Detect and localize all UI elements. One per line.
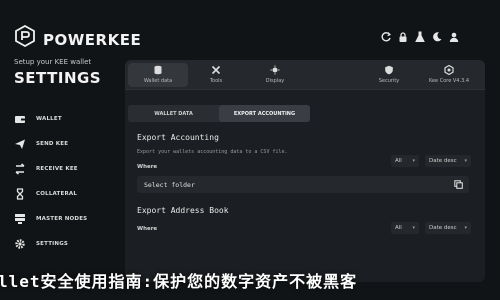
flask-icon[interactable]	[414, 31, 426, 43]
wallet-data-subtabs: WALLET DATA EXPORT ACCOUNTING	[128, 105, 310, 122]
subtab-export-accounting[interactable]: EXPORT ACCOUNTING	[219, 105, 310, 122]
chevron-down-icon: ▾	[412, 225, 415, 231]
settings-icon	[15, 238, 25, 249]
tab-label: Security	[378, 78, 400, 84]
filter-select[interactable]: All ▾	[391, 222, 419, 234]
tab-security[interactable]: Security	[359, 63, 419, 87]
sort-select[interactable]: Date desc ▾	[425, 222, 471, 234]
sidebar-item-wallet[interactable]: WALLET	[14, 106, 109, 131]
sidebar-item-label: SETTINGS	[36, 240, 69, 247]
refresh-icon[interactable]	[380, 31, 392, 43]
send-icon	[15, 139, 25, 149]
chevron-down-icon: ▾	[464, 225, 467, 231]
sidebar-item-label: WALLET	[36, 115, 62, 122]
tab-kee-core[interactable]: Kee Core V4.3.4	[419, 63, 479, 87]
sidebar-item-receive-kee[interactable]: RECEIVE KEE	[14, 156, 109, 181]
sidebar-item-send-kee[interactable]: SEND KEE	[14, 131, 109, 156]
master-nodes-icon	[15, 213, 25, 224]
settings-tabbar: Wallet data Tools Display Security Kee C…	[125, 60, 485, 90]
tab-label: Display	[265, 78, 285, 84]
sidebar-item-master-nodes[interactable]: MASTER NODES	[14, 206, 109, 231]
header-toolbar	[380, 31, 460, 43]
brand-name: POWERKEE	[43, 31, 142, 49]
display-icon	[270, 65, 280, 75]
powerkee-logo	[15, 25, 35, 47]
select-folder-placeholder: Select folder	[144, 180, 195, 189]
sidebar-item-label: RECEIVE KEE	[36, 165, 78, 172]
lock-icon[interactable]	[397, 31, 409, 43]
sidebar-item-label: SEND KEE	[36, 140, 69, 147]
export-accounting-title: Export Accounting	[137, 133, 219, 142]
receive-icon	[15, 162, 25, 175]
tab-label: Tools	[209, 78, 223, 84]
sidebar-nav: WALLET SEND KEE RECEIVE KEE COLLATERAL M…	[14, 106, 109, 256]
overlay-caption: llet安全使用指南:保护您的数字资产不被黑客	[0, 272, 358, 291]
where-label: Where	[137, 226, 158, 232]
copy-icon[interactable]	[454, 180, 463, 189]
moon-icon[interactable]	[431, 31, 443, 43]
chevron-down-icon: ▾	[464, 158, 467, 164]
export-accounting-description: Export your wallets accounting data to a…	[137, 149, 288, 155]
export-address-book-title: Export Address Book	[137, 206, 229, 215]
sort-select[interactable]: Date desc ▾	[425, 155, 471, 167]
tab-label: Wallet data	[143, 78, 173, 84]
database-icon	[154, 65, 162, 75]
sidebar-item-label: MASTER NODES	[36, 215, 88, 222]
select-folder-input[interactable]: Select folder	[137, 176, 469, 193]
tools-icon	[211, 65, 221, 75]
sidebar-item-label: COLLATERAL	[36, 190, 78, 197]
chevron-down-icon: ▾	[412, 158, 415, 164]
filter-select-value: All	[395, 158, 402, 164]
settings-panel: Wallet data Tools Display Security Kee C…	[125, 60, 485, 282]
where-label: Where	[137, 164, 158, 170]
user-icon[interactable]	[448, 31, 460, 43]
sidebar-subtitle: Setup your KEE wallet	[14, 58, 92, 66]
collateral-icon	[16, 187, 24, 200]
tab-wallet-data[interactable]: Wallet data	[128, 63, 188, 87]
security-icon	[385, 65, 393, 75]
sort-select-value: Date desc	[429, 225, 457, 231]
sidebar-item-settings[interactable]: SETTINGS	[14, 231, 109, 256]
kee-core-icon	[444, 65, 454, 75]
tab-display[interactable]: Display	[245, 63, 305, 87]
page-title: SETTINGS	[14, 69, 102, 87]
sidebar-item-collateral[interactable]: COLLATERAL	[14, 181, 109, 206]
wallet-icon	[15, 115, 25, 123]
tab-label: Kee Core V4.3.4	[428, 78, 470, 84]
filter-select-value: All	[395, 225, 402, 231]
tab-tools[interactable]: Tools	[186, 63, 246, 87]
sort-select-value: Date desc	[429, 158, 457, 164]
subtab-wallet-data[interactable]: WALLET DATA	[128, 105, 219, 122]
filter-select[interactable]: All ▾	[391, 155, 419, 167]
